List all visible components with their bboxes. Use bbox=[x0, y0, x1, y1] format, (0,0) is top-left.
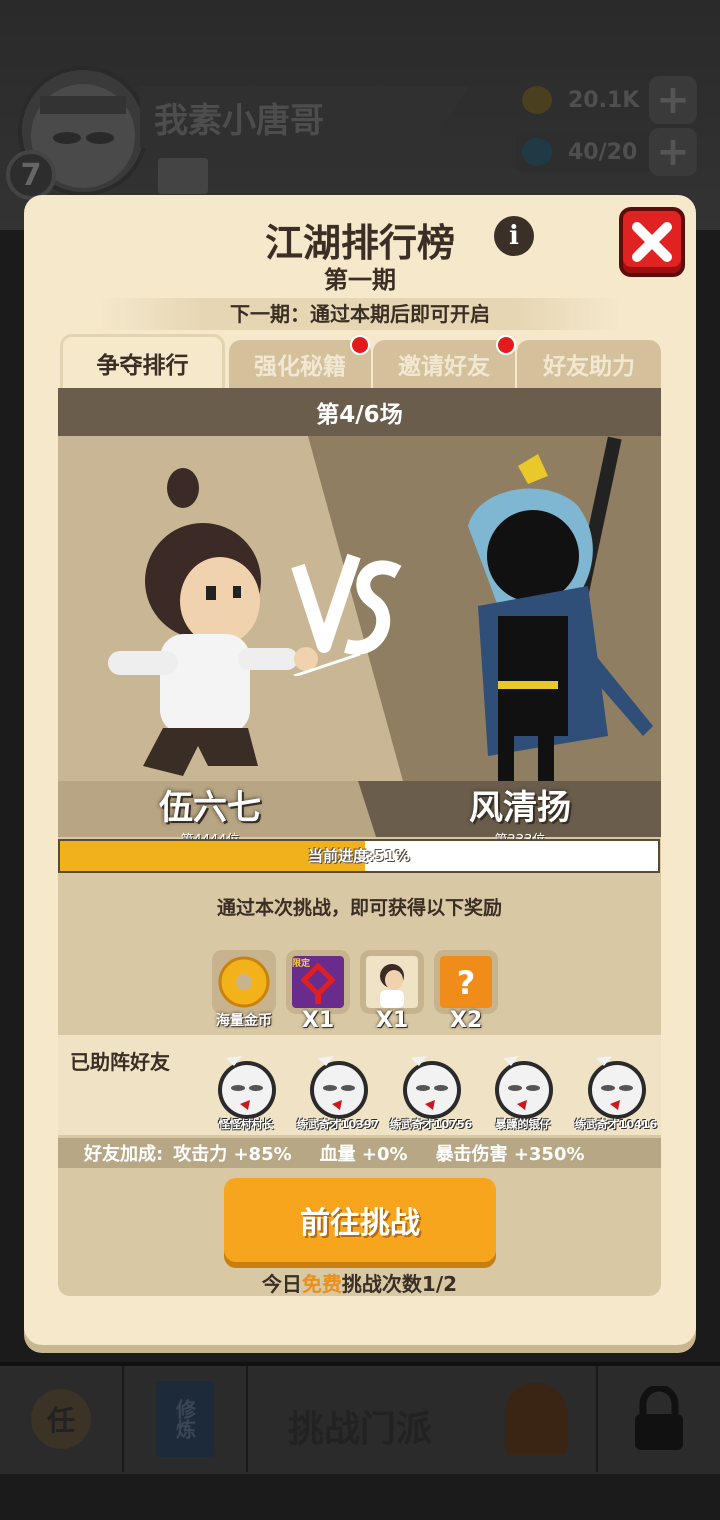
tab-invite-friends[interactable]: 邀请好友 bbox=[373, 340, 515, 388]
friend-avatar[interactable] bbox=[212, 1050, 282, 1120]
bonus-crit: 暴击伤害 +350% bbox=[435, 1144, 585, 1165]
reward-description: 通过本次挑战，即可获得以下奖励 bbox=[216, 897, 502, 919]
notification-dot bbox=[350, 335, 370, 355]
reward-character-label: X1 bbox=[375, 1008, 409, 1033]
gold-amount: 20.1K bbox=[568, 87, 640, 113]
tab-friend-assist[interactable]: 好友助力 bbox=[517, 340, 661, 388]
bonus-attack: 攻击力 +85% bbox=[173, 1144, 292, 1165]
bonus-hp: 血量 +0% bbox=[319, 1144, 408, 1165]
friend-avatar[interactable] bbox=[582, 1050, 652, 1120]
stamina-amount: 40/20 bbox=[568, 139, 638, 165]
player-name: 我素小唐哥 bbox=[140, 86, 470, 148]
limited-tag: 限定 bbox=[292, 959, 311, 969]
nav-helmet[interactable] bbox=[476, 1366, 598, 1472]
daily-prefix: 今日 bbox=[261, 1272, 302, 1296]
friend-name: 怪怪村村长 bbox=[218, 1118, 274, 1131]
tab-label: 邀请好友 bbox=[398, 354, 490, 380]
opponent-name-label: 风清扬 bbox=[469, 788, 571, 828]
gold-resource: 20.1K + bbox=[516, 76, 697, 124]
player-level-badge: 7 bbox=[6, 150, 56, 200]
nav-locked[interactable] bbox=[598, 1366, 720, 1472]
reward-knot[interactable]: 限定 bbox=[286, 950, 350, 1014]
vs-emblem-icon bbox=[291, 553, 402, 676]
tab-label: 好友助力 bbox=[543, 354, 635, 380]
friend-avatar[interactable] bbox=[397, 1050, 467, 1120]
ninja-face-icon bbox=[495, 1056, 553, 1119]
reward-mystery-label: X2 bbox=[449, 1008, 483, 1033]
friend-bonus-bar: 好友加成: 攻击力 +85% 血量 +0% 暴击伤害 +350% bbox=[58, 1138, 661, 1168]
reward-gold[interactable] bbox=[212, 950, 276, 1014]
vs-text: VS bbox=[58, 436, 658, 476]
mail-icon[interactable] bbox=[158, 158, 208, 194]
nav-challenge-label[interactable]: 挑战门派 bbox=[250, 1400, 470, 1452]
tab-label: 争夺排行 bbox=[96, 352, 189, 379]
add-stamina-button[interactable]: + bbox=[649, 128, 697, 176]
progress-bar: 当前进度:51% bbox=[58, 839, 660, 873]
reward-gold-label: 海量金币 bbox=[216, 1013, 272, 1029]
tab-label: 强化秘籍 bbox=[254, 354, 346, 380]
stamina-resource: 40/20 + bbox=[516, 128, 697, 176]
daily-suffix: 挑战次数1/2 bbox=[341, 1272, 458, 1296]
scroll-icon: 任 bbox=[31, 1389, 91, 1449]
ninja-face-icon bbox=[218, 1056, 276, 1119]
daily-attempts: 今日免费挑战次数1/2 bbox=[58, 1268, 661, 1297]
helmet-icon bbox=[505, 1383, 567, 1455]
ninja-face-icon bbox=[310, 1056, 368, 1119]
info-icon[interactable]: i bbox=[494, 216, 534, 256]
friend-name: 练武奇才10397 bbox=[296, 1118, 380, 1131]
notification-dot bbox=[496, 335, 516, 355]
character-portrait-icon bbox=[366, 956, 418, 1008]
player-info: 伍六七 第4444位 bbox=[70, 780, 350, 848]
friend-avatar[interactable] bbox=[304, 1050, 374, 1120]
tab-compete-ranking[interactable]: 争夺排行 bbox=[60, 334, 225, 388]
gold-coin-icon bbox=[218, 956, 270, 1008]
reward-knot-label: X1 bbox=[301, 1008, 335, 1033]
nav-task[interactable]: 任 bbox=[0, 1366, 124, 1472]
svg-text:?: ? bbox=[457, 964, 476, 1002]
mystery-box-icon: ? bbox=[440, 956, 492, 1008]
opponent-fighter-icon bbox=[468, 436, 653, 781]
ninja-face-icon bbox=[403, 1056, 461, 1119]
daily-free: 免费 bbox=[301, 1272, 342, 1296]
droplet-icon bbox=[522, 138, 552, 166]
progress-label: 当前进度:51% bbox=[308, 847, 410, 865]
player-fighter-icon bbox=[108, 468, 318, 776]
next-period-hint: 下一期：通过本期后即可开启 bbox=[100, 298, 620, 330]
friend-name: 暴躁的银仔 bbox=[495, 1118, 551, 1131]
reward-mystery[interactable]: ? bbox=[434, 950, 498, 1014]
friend-name: 练武奇才10416 bbox=[574, 1118, 658, 1131]
ninja-face-icon bbox=[588, 1056, 646, 1119]
bonus-prefix: 好友加成: bbox=[84, 1144, 164, 1165]
book-icon: 修炼 bbox=[156, 1381, 214, 1457]
lock-icon bbox=[635, 1386, 683, 1450]
opponent-info: 风清扬 第233位 bbox=[380, 780, 660, 848]
close-icon bbox=[632, 222, 672, 262]
assisting-friends-title: 已助阵好友 bbox=[70, 1050, 170, 1074]
go-challenge-button[interactable]: 前往挑战 bbox=[224, 1178, 496, 1262]
period-label: 第一期 bbox=[324, 266, 396, 294]
round-indicator: 第4/6场 bbox=[58, 388, 661, 436]
friend-name: 练武奇才10756 bbox=[389, 1118, 473, 1131]
friend-avatar[interactable] bbox=[489, 1050, 559, 1120]
battle-arena: VS bbox=[58, 436, 661, 781]
player-name-label: 伍六七 bbox=[159, 788, 261, 828]
add-gold-button[interactable]: + bbox=[649, 76, 697, 124]
coin-icon bbox=[522, 86, 552, 114]
modal-title: 江湖排行榜 bbox=[264, 221, 455, 265]
reward-character[interactable] bbox=[360, 950, 424, 1014]
nav-training[interactable]: 修炼 bbox=[124, 1366, 248, 1472]
